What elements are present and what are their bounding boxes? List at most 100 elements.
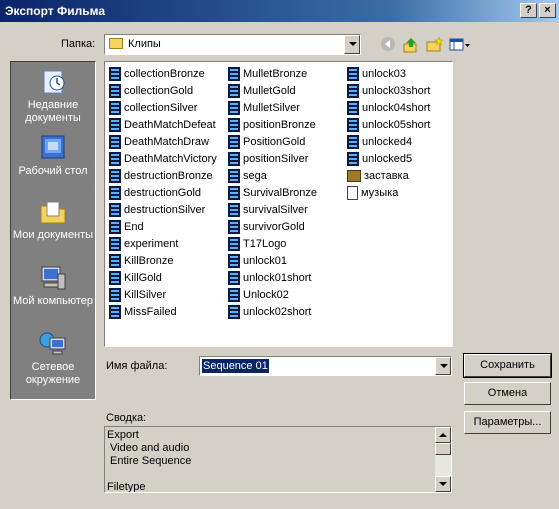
file-item[interactable]: unlocked5 xyxy=(347,150,431,167)
video-file-icon xyxy=(109,202,121,217)
video-file-icon xyxy=(228,151,240,166)
place-label: Мои документы xyxy=(12,229,94,241)
file-list[interactable]: collectionBronze collectionGold collection… xyxy=(104,61,453,347)
new-folder-icon[interactable] xyxy=(424,36,444,54)
file-item[interactable]: KillBronze xyxy=(109,252,217,269)
place-network[interactable]: Сетевое окружение xyxy=(11,330,95,387)
close-button[interactable]: × xyxy=(539,3,556,18)
file-item[interactable]: музыка xyxy=(347,184,431,201)
file-item[interactable]: unlock01short xyxy=(228,269,317,286)
file-item[interactable]: positionBronze xyxy=(228,116,317,133)
video-file-icon xyxy=(228,304,240,319)
place-my-documents[interactable]: Мои документы xyxy=(11,198,95,242)
file-item[interactable]: Unlock02 xyxy=(228,286,317,303)
folder-value: Клипы xyxy=(128,38,161,50)
cancel-button[interactable]: Отмена xyxy=(464,382,551,405)
file-item[interactable]: collectionBronze xyxy=(109,65,217,82)
video-file-icon xyxy=(228,219,240,234)
video-file-icon xyxy=(109,253,121,268)
file-item[interactable]: unlock02short xyxy=(228,303,317,320)
save-button[interactable]: Сохранить xyxy=(463,353,552,378)
file-item[interactable]: KillSilver xyxy=(109,286,217,303)
place-my-computer[interactable]: Мой компьютер xyxy=(11,264,95,308)
file-item[interactable]: T17Logo xyxy=(228,235,317,252)
place-recent-documents[interactable]: Недавние документы xyxy=(11,68,95,125)
up-folder-icon[interactable] xyxy=(401,36,421,54)
file-item[interactable]: End xyxy=(109,218,217,235)
scroll-up-button[interactable] xyxy=(435,427,451,443)
file-item[interactable]: KillGold xyxy=(109,269,217,286)
file-name: MissFailed xyxy=(124,305,177,318)
file-name: collectionSilver xyxy=(124,101,198,114)
file-item[interactable]: unlock05short xyxy=(347,116,431,133)
file-item[interactable]: заставка xyxy=(347,167,431,184)
video-file-icon xyxy=(109,83,121,98)
file-item[interactable]: experiment xyxy=(109,235,217,252)
file-item[interactable]: survivorGold xyxy=(228,218,317,235)
file-item[interactable]: DeathMatchDraw xyxy=(109,133,217,150)
document-file-icon xyxy=(347,185,358,200)
file-name: unlock03short xyxy=(362,84,431,97)
file-item[interactable]: sega xyxy=(228,167,317,184)
file-item[interactable]: MulletBronze xyxy=(228,65,317,82)
file-name: survivorGold xyxy=(243,220,305,233)
file-item[interactable]: collectionGold xyxy=(109,82,217,99)
file-item[interactable]: collectionSilver xyxy=(109,99,217,116)
file-item[interactable]: unlock03short xyxy=(347,82,431,99)
window-title: Экспорт Фильма xyxy=(5,4,106,18)
scroll-thumb[interactable] xyxy=(435,443,451,455)
parameters-button[interactable]: Параметры... xyxy=(464,411,551,434)
my-computer-icon xyxy=(41,266,66,290)
video-file-icon xyxy=(109,219,121,234)
file-name: unlock01short xyxy=(243,271,312,284)
file-name: sega xyxy=(243,169,267,182)
file-item[interactable]: SurvivalBronze xyxy=(228,184,317,201)
summary-scrollbar[interactable] xyxy=(435,427,451,492)
place-desktop[interactable]: Рабочий стол xyxy=(11,134,95,178)
help-button[interactable]: ? xyxy=(520,3,537,18)
video-file-icon xyxy=(228,134,240,149)
place-label: Недавние документы xyxy=(25,99,81,124)
file-name: SurvivalBronze xyxy=(243,186,317,199)
file-item[interactable]: PositionGold xyxy=(228,133,317,150)
file-item[interactable]: DeathMatchDefeat xyxy=(109,116,217,133)
file-name: destructionSilver xyxy=(124,203,206,216)
video-file-icon xyxy=(347,117,359,132)
file-name: DeathMatchVictory xyxy=(124,152,217,165)
place-label: Сетевое окружение xyxy=(25,361,81,386)
file-item[interactable]: DeathMatchVictory xyxy=(109,150,217,167)
chevron-down-icon[interactable] xyxy=(435,357,451,375)
file-item[interactable]: destructionGold xyxy=(109,184,217,201)
file-name: KillBronze xyxy=(124,254,174,267)
file-item[interactable]: destructionBronze xyxy=(109,167,217,184)
file-item[interactable]: unlock04short xyxy=(347,99,431,116)
place-label: Мой компьютер xyxy=(12,295,94,307)
file-item[interactable]: survivalSilver xyxy=(228,201,317,218)
file-name: T17Logo xyxy=(243,237,287,250)
video-file-icon xyxy=(109,304,121,319)
folder-combo[interactable]: Клипы xyxy=(104,34,361,55)
filename-value: Sequence 01 xyxy=(202,359,269,373)
file-name: unlock01 xyxy=(243,254,288,267)
file-item[interactable]: unlock01 xyxy=(228,252,317,269)
video-file-icon xyxy=(228,236,240,251)
video-file-icon xyxy=(228,202,240,217)
back-arrow-icon[interactable] xyxy=(378,36,398,54)
file-name: unlock05short xyxy=(362,118,431,131)
video-file-icon xyxy=(347,151,359,166)
file-name: заставка xyxy=(364,169,409,182)
file-item[interactable]: unlocked4 xyxy=(347,133,431,150)
file-item[interactable]: MulletGold xyxy=(228,82,317,99)
file-item[interactable]: MulletSilver xyxy=(228,99,317,116)
filename-input[interactable]: Sequence 01 xyxy=(199,356,452,376)
file-item[interactable]: destructionSilver xyxy=(109,201,217,218)
file-item[interactable]: MissFailed xyxy=(109,303,217,320)
scroll-down-button[interactable] xyxy=(435,476,451,492)
file-item[interactable]: unlock03 xyxy=(347,65,431,82)
chevron-down-icon[interactable] xyxy=(344,35,360,54)
file-item[interactable]: positionSilver xyxy=(228,150,317,167)
file-name: End xyxy=(124,220,144,233)
video-file-icon xyxy=(228,185,240,200)
view-menu-icon[interactable] xyxy=(448,36,472,54)
file-name: survivalSilver xyxy=(243,203,308,216)
